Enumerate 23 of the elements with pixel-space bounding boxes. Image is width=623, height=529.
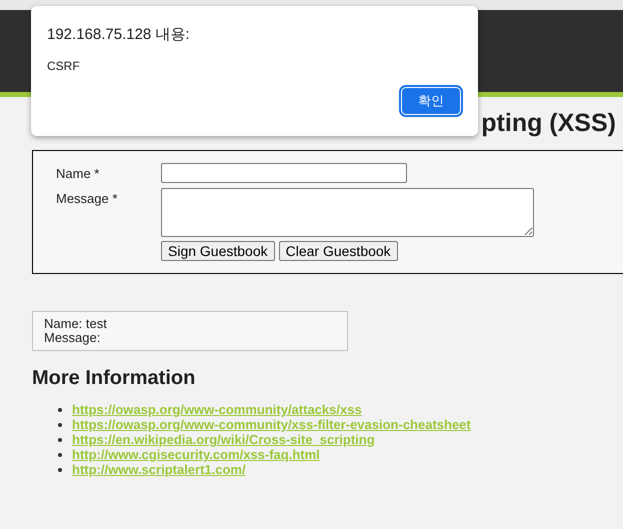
- bullet-icon: [58, 452, 62, 456]
- message-field[interactable]: [161, 188, 534, 237]
- clear-button[interactable]: Clear Guestbook: [278, 241, 398, 261]
- bullet-icon: [58, 438, 62, 442]
- section-heading: More Information: [32, 367, 196, 390]
- page-heading: pting (XSS): [481, 109, 616, 138]
- entry-name: Name: test: [44, 317, 107, 331]
- field-label: Message *: [56, 190, 118, 206]
- dialog-message: CSRF: [47, 59, 80, 73]
- ok-button[interactable]: 확인: [402, 88, 460, 114]
- dialog-title: 192.168.75.128 내용:: [47, 25, 190, 44]
- entry-message: Message:: [44, 331, 100, 345]
- name-field[interactable]: [161, 163, 407, 183]
- reference-link[interactable]: https://en.wikipedia.org/wiki/Cross-site_scripting: [72, 432, 375, 447]
- bullet-icon: [58, 468, 62, 472]
- field-label: Name *: [56, 165, 100, 181]
- sign-button[interactable]: Sign Guestbook: [161, 241, 275, 261]
- reference-link[interactable]: http://www.cgisecurity.com/xss-faq.html: [72, 447, 320, 462]
- reference-link[interactable]: https://owasp.org/www-community/attacks/xss: [72, 402, 362, 417]
- reference-link[interactable]: https://owasp.org/www-community/xss-filter-evasion-cheatsheet: [72, 417, 471, 432]
- bullet-icon: [58, 408, 62, 412]
- reference-link[interactable]: http://www.scriptalert1.com/: [72, 462, 246, 477]
- bullet-icon: [58, 422, 62, 426]
